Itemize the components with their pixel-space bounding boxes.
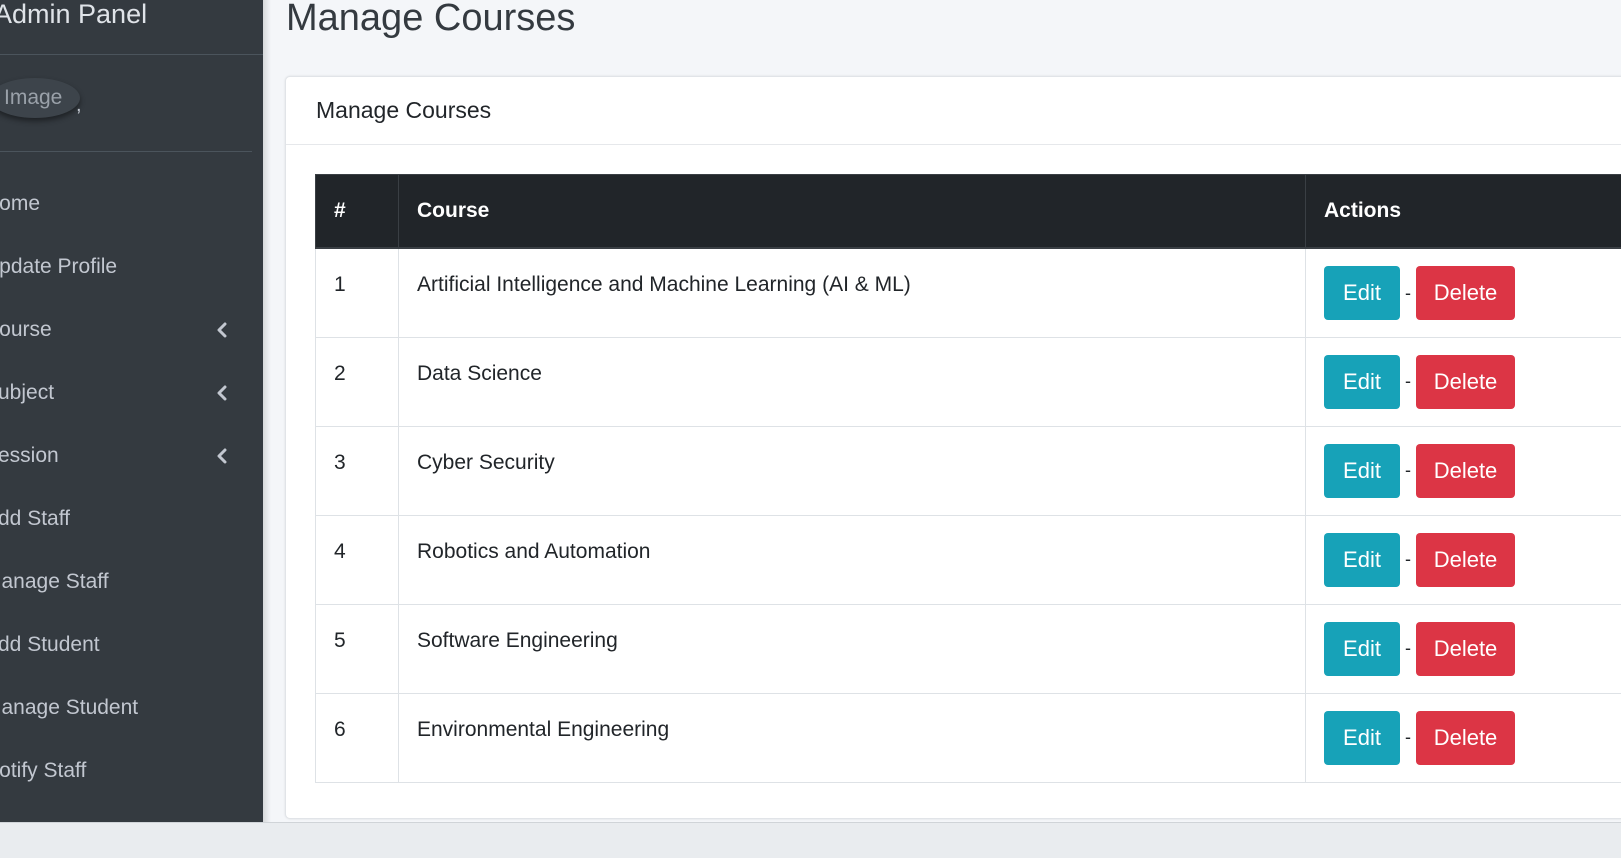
sidebar-item-manage-staff[interactable]: Manage Staff [0,550,263,613]
user-name[interactable]: , [76,94,82,117]
card-title: Manage Courses [316,97,491,124]
row-number: 6 [316,693,399,782]
courses-table: # Course Actions 1 Artificial Intelligen… [315,174,1621,783]
brand-divider [0,54,263,55]
chevron-left-icon [214,385,230,401]
action-separator: - [1400,638,1416,659]
row-number: 1 [316,248,399,337]
sidebar-item-label: Notify Staff [0,739,86,803]
sidebar-item-course[interactable]: Course [0,298,263,361]
courses-card: Manage Courses # Course Actions 1 Artifi… [285,76,1621,819]
sidebar: Admin Panel Image , Home Update Profile … [0,0,263,822]
sidebar-item-subject[interactable]: Subject [0,361,263,424]
sidebar-item-add-student[interactable]: Add Student [0,613,263,676]
edit-button[interactable]: Edit [1324,533,1400,587]
row-number: 5 [316,604,399,693]
user-panel: Image , [0,56,263,151]
sidebar-item-manage-student[interactable]: Manage Student [0,676,263,739]
action-separator: - [1400,549,1416,570]
row-number: 2 [316,337,399,426]
course-name: Software Engineering [399,604,1306,693]
horizontal-scrollbar[interactable] [0,822,1621,858]
column-header-course: Course [399,175,1306,249]
table-row: 5 Software Engineering Edit-Delete [316,604,1621,693]
sidebar-item-update-profile[interactable]: Update Profile [0,235,263,298]
column-header-actions: Actions [1306,175,1621,249]
table-row: 4 Robotics and Automation Edit-Delete [316,515,1621,604]
row-actions: Edit-Delete [1306,337,1621,426]
delete-button[interactable]: Delete [1416,533,1515,587]
delete-button[interactable]: Delete [1416,711,1515,765]
page-title: Manage Courses [286,0,575,40]
edit-button[interactable]: Edit [1324,355,1400,409]
delete-button[interactable]: Delete [1416,622,1515,676]
row-actions: Edit-Delete [1306,604,1621,693]
course-name: Data Science [399,337,1306,426]
sidebar-item-notify-staff[interactable]: Notify Staff [0,739,263,802]
row-actions: Edit-Delete [1306,693,1621,782]
card-header: Manage Courses [286,77,1621,145]
course-name: Robotics and Automation [399,515,1306,604]
sidebar-item-label: Home [0,172,40,236]
course-name: Environmental Engineering [399,693,1306,782]
sidebar-item-label: Add Student [0,613,100,677]
table-header-row: # Course Actions [316,175,1621,249]
row-number: 3 [316,426,399,515]
action-separator: - [1400,371,1416,392]
table-row: 2 Data Science Edit-Delete [316,337,1621,426]
delete-button[interactable]: Delete [1416,266,1515,320]
delete-button[interactable]: Delete [1416,444,1515,498]
sidebar-item-session[interactable]: Session [0,424,263,487]
chevron-left-icon [214,448,230,464]
row-actions: Edit-Delete [1306,248,1621,337]
delete-button[interactable]: Delete [1416,355,1515,409]
table-row: 6 Environmental Engineering Edit-Delete [316,693,1621,782]
sidebar-shadow [263,0,271,822]
action-separator: - [1400,460,1416,481]
row-actions: Edit-Delete [1306,515,1621,604]
sidebar-item-label: Session [0,424,59,488]
user-divider [0,151,252,152]
edit-button[interactable]: Edit [1324,266,1400,320]
action-separator: - [1400,727,1416,748]
sidebar-item-label: Course [0,298,52,362]
brand-text[interactable]: Admin Panel [0,0,263,54]
sidebar-item-home[interactable]: Home [0,172,263,235]
table-row: 3 Cyber Security Edit-Delete [316,426,1621,515]
sidebar-item-label: Subject [0,361,54,425]
action-separator: - [1400,283,1416,304]
sidebar-item-label: Update Profile [0,235,117,299]
edit-button[interactable]: Edit [1324,622,1400,676]
course-name: Cyber Security [399,426,1306,515]
row-actions: Edit-Delete [1306,426,1621,515]
sidebar-item-label: Add Staff [0,487,70,551]
edit-button[interactable]: Edit [1324,711,1400,765]
avatar[interactable]: Image [0,78,80,118]
sidebar-nav: Home Update Profile Course Subject Sessi… [0,172,263,802]
row-number: 4 [316,515,399,604]
sidebar-item-label: Manage Student [0,676,138,740]
table-row: 1 Artificial Intelligence and Machine Le… [316,248,1621,337]
sidebar-item-add-staff[interactable]: Add Staff [0,487,263,550]
sidebar-item-label: Manage Staff [0,550,109,614]
chevron-left-icon [214,322,230,338]
column-header-number: # [316,175,399,249]
course-name: Artificial Intelligence and Machine Lear… [399,248,1306,337]
edit-button[interactable]: Edit [1324,444,1400,498]
